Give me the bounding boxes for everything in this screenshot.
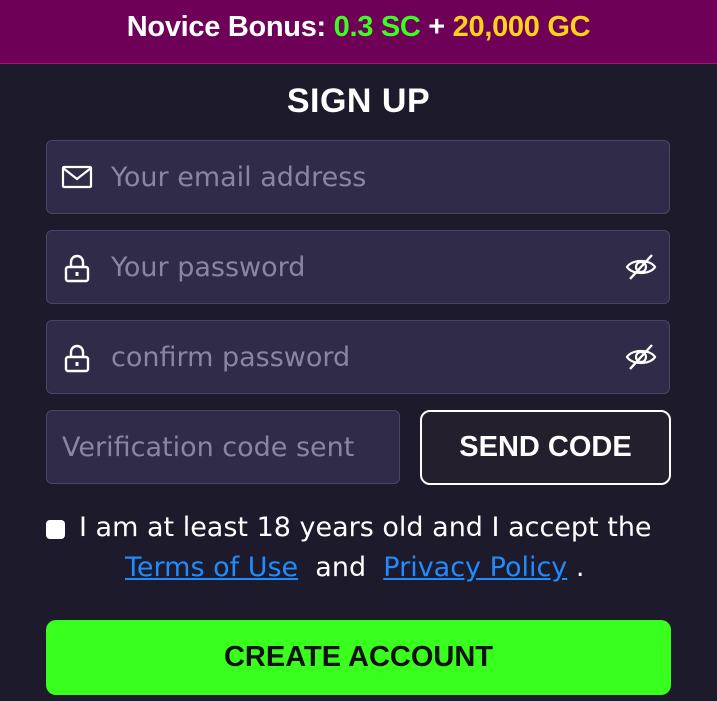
create-account-button[interactable]: CREATE ACCOUNT — [46, 620, 671, 695]
agreement-and-text: and — [298, 552, 384, 583]
eye-slash-icon[interactable] — [625, 341, 657, 373]
confirm-password-field[interactable] — [46, 320, 670, 394]
confirm-password-input[interactable] — [111, 321, 591, 393]
bonus-banner: Novice Bonus: 0.3 SC + 20,000 GC — [0, 0, 717, 64]
lock-icon — [61, 253, 93, 283]
agreement-text: I am at least 18 years old and I accept … — [79, 512, 652, 543]
agreement-period: . — [567, 552, 585, 583]
privacy-policy-link[interactable]: Privacy Policy — [383, 552, 567, 583]
page-title: SIGN UP — [286, 82, 431, 120]
bonus-sc-amount: 0.3 SC — [333, 11, 421, 43]
email-field[interactable] — [46, 140, 670, 214]
password-field[interactable] — [46, 230, 670, 304]
verification-code-input[interactable] — [62, 411, 392, 483]
bonus-plus: + — [420, 11, 453, 43]
eye-slash-icon[interactable] — [625, 251, 657, 283]
terms-of-use-link[interactable]: Terms of Use — [125, 552, 298, 583]
bonus-prefix: Novice Bonus: — [126, 11, 334, 43]
password-input[interactable] — [111, 231, 591, 303]
mail-icon — [61, 163, 93, 193]
lock-icon — [61, 343, 93, 373]
email-input[interactable] — [111, 141, 591, 213]
send-code-button[interactable]: SEND CODE — [420, 410, 671, 485]
verification-code-field[interactable] — [46, 410, 400, 484]
agreement-links-line: Terms of Use and Privacy Policy . — [125, 552, 584, 583]
bonus-gc-amount: 20,000 GC — [452, 11, 591, 43]
agreement-checkbox[interactable] — [46, 520, 65, 539]
